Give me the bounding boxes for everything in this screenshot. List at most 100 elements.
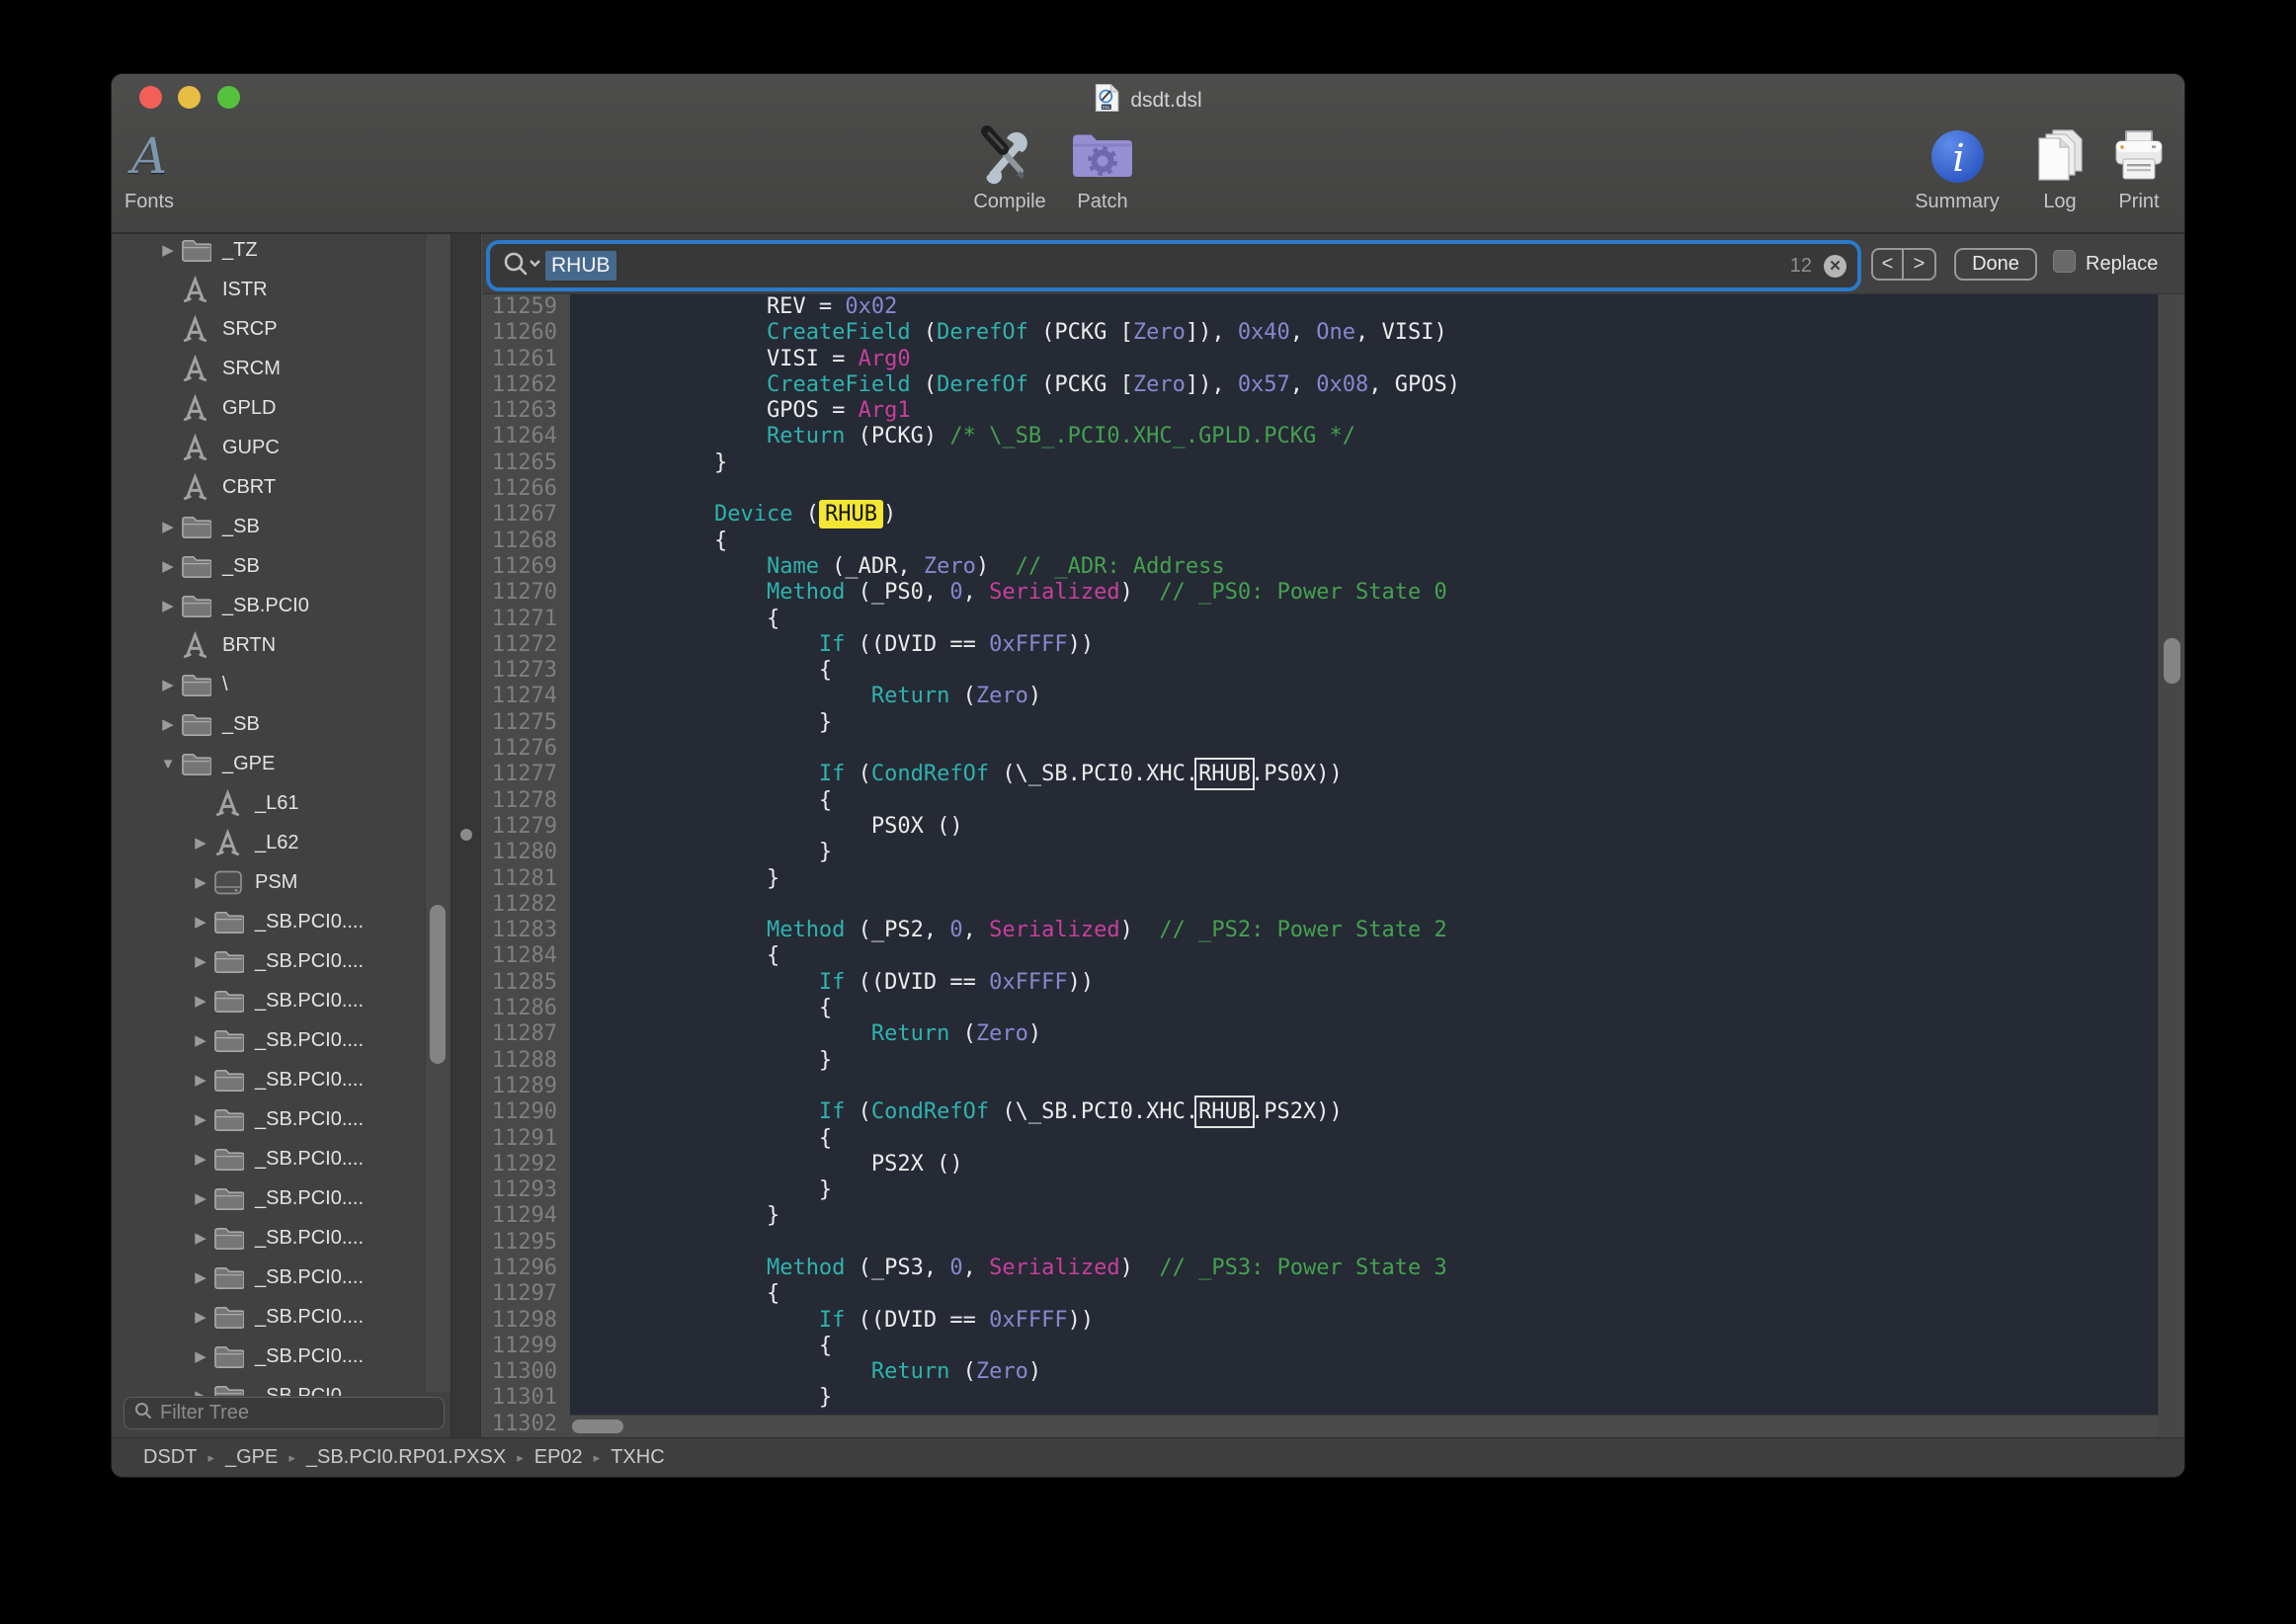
tree-row-cbrt[interactable]: CBRT [112,467,425,507]
horizontal-scrollbar-thumb[interactable] [572,1420,623,1433]
disclosure-triangle-icon[interactable]: ▶ [155,557,181,575]
tree-row-_sbpci0[interactable]: ▶_SB.PCI0.... [112,902,425,941]
done-button[interactable]: Done [1954,248,2037,281]
pane-splitter[interactable] [451,234,481,1437]
disclosure-triangle-icon[interactable]: ▶ [188,1387,213,1396]
disclosure-triangle-icon[interactable]: ▶ [188,1268,213,1286]
tree-row-_gpe[interactable]: ▼_GPE [112,744,425,783]
tree-item-label: _SB.PCI0.... [255,1266,364,1289]
disclosure-triangle-icon[interactable]: ▶ [188,1150,213,1168]
sidebar-scrollbar-thumb[interactable] [430,905,446,1064]
sidebar-scrollbar[interactable] [425,234,451,1392]
tree-row-_sbpci0[interactable]: ▶ _SB.PCI0.... [112,1258,425,1297]
replace-checkbox[interactable] [2053,250,2076,273]
acpi-tree[interactable]: ▶_TZISTRSRCPSRCMGPLDGUPCCBRT▶_SB▶_SB▶_SB… [112,234,425,1396]
patch-button[interactable]: Patch [1056,123,1149,213]
summary-button[interactable]: i Summary [1906,123,2009,213]
tree-row-srcp[interactable]: SRCP [112,309,425,349]
breadcrumb-item[interactable]: _SB.PCI0.RP01.PXSX [306,1446,506,1469]
disclosure-triangle-icon[interactable]: ▶ [188,992,213,1010]
disclosure-triangle-icon[interactable]: ▶ [188,1308,213,1326]
tree-row-_tz[interactable]: ▶_TZ [112,234,425,270]
code-token: Return [871,1021,949,1046]
splitter-handle-dot[interactable] [460,829,472,841]
clear-search-icon[interactable]: ✕ [1824,255,1846,278]
tree-row-srcm[interactable]: SRCM [112,349,425,388]
disclosure-triangle-icon[interactable]: ▶ [188,1229,213,1247]
disclosure-triangle-icon[interactable]: ▶ [188,834,213,852]
find-query-text[interactable]: RHUB [545,251,616,281]
tree-row-_sbpci0[interactable]: ▶_SB.PCI0.... [112,1337,425,1376]
disclosure-triangle-icon[interactable]: ▼ [155,756,181,772]
tree-row-brtn[interactable]: BRTN [112,625,425,665]
filter-tree-input[interactable]: Filter Tree [123,1397,445,1429]
tree-row-_sbpci0[interactable]: ▶ _SB.PCI0.... [112,1139,425,1178]
tree-row-istr[interactable]: ISTR [112,270,425,309]
code-token: // _PS0: Power State 0 [1159,580,1446,605]
editor-vertical-scrollbar[interactable] [2158,294,2184,1415]
tree-row-_sb[interactable]: ▶_SB [112,704,425,744]
code-line: If ((DVID == 0xFFFF)) [570,1308,2158,1334]
next-match-button[interactable]: > [1904,250,1934,279]
code-token: ((DVID == [845,970,989,995]
tree-row-_sbpci0[interactable]: ▶_SB.PCI0.... [112,1297,425,1337]
vertical-scrollbar-thumb[interactable] [2164,638,2180,684]
editor-horizontal-scrollbar[interactable] [570,1415,2158,1437]
zoom-button[interactable] [217,86,240,109]
find-search-input[interactable]: RHUB 12 ✕ [490,244,1857,287]
disclosure-triangle-icon[interactable]: ▶ [188,913,213,931]
tree-row-gupc[interactable]: GUPC [112,428,425,467]
code-token: ( [949,684,976,708]
disclosure-triangle-icon[interactable]: ▶ [188,873,213,891]
tree-row-[interactable]: ▶\ [112,665,425,704]
tree-row-_sbpci0[interactable]: ▶_SB.PCI0.... [112,1178,425,1218]
tree-row-gpld[interactable]: GPLD [112,388,425,428]
disclosure-triangle-icon[interactable]: ▶ [155,241,181,259]
tree-row-_l62[interactable]: ▶_L62 [112,823,425,862]
breadcrumb-item[interactable]: EP02 [534,1446,583,1469]
disclosure-triangle-icon[interactable]: ▶ [188,1071,213,1089]
disclosure-triangle-icon[interactable]: ▶ [188,952,213,970]
log-button[interactable]: Log [2022,123,2097,213]
disclosure-triangle-icon[interactable]: ▶ [155,518,181,535]
disclosure-triangle-icon[interactable]: ▶ [188,1031,213,1049]
tree-row-_sbpci0[interactable]: ▶_SB.PCI0 [112,586,425,625]
previous-match-button[interactable]: < [1873,250,1904,279]
fonts-button[interactable]: A Fonts [118,123,181,213]
disclosure-triangle-icon[interactable]: ▶ [155,715,181,733]
code-token: DerefOf [937,320,1028,345]
code-token: { [610,1281,779,1306]
compile-button[interactable]: Compile [963,123,1056,213]
tree-row-_sbpci0[interactable]: ▶_SB.PCI0.... [112,1099,425,1139]
disclosure-triangle-icon[interactable]: ▶ [188,1189,213,1207]
tree-item-label: _SB.PCI0.... [255,1148,364,1171]
folder-icon [213,1225,249,1251]
disclosure-triangle-icon[interactable]: ▶ [188,1110,213,1128]
search-menu-icon[interactable] [500,250,541,283]
code-editor[interactable]: 1125911260112611126211263112641126511266… [482,293,2184,1437]
disclosure-triangle-icon[interactable]: ▶ [155,597,181,614]
tree-row-_sbpci0[interactable]: ▶_SB.PCI0.... [112,1218,425,1258]
tree-row-_sbpci0[interactable]: ▶_SB.PCI0.... [112,1376,425,1396]
breadcrumb-item[interactable]: DSDT [143,1446,197,1469]
code-text[interactable]: REV = 0x02 CreateField (DerefOf (PCKG [Z… [570,294,2158,1415]
print-button[interactable]: Print [2099,123,2178,213]
tree-item-label: _L61 [255,792,299,815]
tree-row-_sbpci0[interactable]: ▶_SB.PCI0.... [112,941,425,981]
minimize-button[interactable] [178,86,201,109]
tree-row-psm[interactable]: ▶PSM [112,862,425,902]
titlebar[interactable]: DSL dsdt.dsl [112,74,2184,120]
disclosure-triangle-icon[interactable]: ▶ [155,676,181,693]
breadcrumb-item[interactable]: _GPE [225,1446,278,1469]
tree-row-_sbpci0[interactable]: ▶ _SB.PCI0.... [112,1020,425,1060]
tree-item-label: _SB.PCI0.... [255,1029,364,1052]
close-button[interactable] [139,86,162,109]
tree-row-_sbpci0[interactable]: ▶_SB.PCI0.... [112,1060,425,1099]
tree-row-_sb[interactable]: ▶_SB [112,507,425,546]
disclosure-triangle-icon[interactable]: ▶ [188,1347,213,1365]
breadcrumb-item[interactable]: TXHC [611,1446,664,1469]
tree-row-_sbpci0[interactable]: ▶_SB.PCI0.... [112,981,425,1020]
code-token: (\_SB.PCI0.XHC. [989,762,1198,786]
tree-row-_sb[interactable]: ▶_SB [112,546,425,586]
tree-row-_l61[interactable]: _L61 [112,783,425,823]
